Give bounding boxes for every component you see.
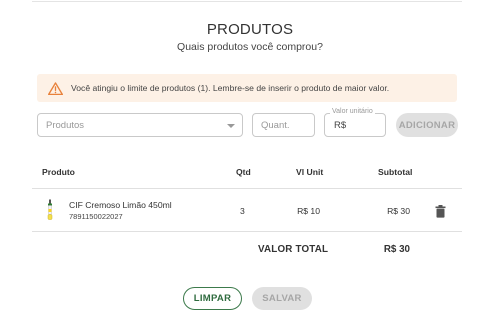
page-subtitle: Quais produtos você comprou? [177, 41, 323, 53]
table-header-divider [32, 188, 462, 189]
page-title: PRODUTOS [206, 21, 294, 38]
limit-alert: Você atingiu o limite de produtos (1). L… [37, 74, 457, 102]
column-header-qtd: Qtd [236, 167, 251, 177]
product-select[interactable]: Produtos [37, 113, 243, 137]
top-divider [32, 1, 462, 2]
row-product-code: 7891150022027 [69, 212, 123, 221]
warning-icon [48, 81, 63, 95]
product-select-placeholder: Produtos [46, 120, 85, 131]
save-button[interactable]: SALVAR [252, 287, 312, 310]
column-header-product: Produto [42, 167, 75, 177]
quantity-input[interactable]: Quant. [252, 113, 315, 137]
row-unit-value: R$ 10 [297, 206, 320, 216]
table-row-divider [32, 231, 462, 232]
row-product-name: CIF Cremoso Limão 450ml [69, 200, 172, 210]
unit-value-input[interactable]: Valor unitário R$ [324, 108, 386, 137]
column-header-unit: Vl Unit [296, 167, 324, 177]
chevron-down-icon [227, 124, 235, 128]
unit-value-prefix: R$ [334, 120, 347, 131]
total-label: VALOR TOTAL [258, 244, 329, 255]
quantity-placeholder: Quant. [261, 120, 290, 131]
unit-value-label: Valor unitário [330, 108, 375, 115]
product-thumbnail [47, 199, 53, 220]
alert-message: Você atingiu o limite de produtos (1). L… [71, 83, 390, 93]
total-value: R$ 30 [383, 244, 410, 255]
add-button[interactable]: ADICIONAR [396, 113, 458, 137]
delete-icon[interactable] [435, 205, 446, 218]
column-header-subtotal: Subtotal [378, 167, 413, 177]
row-subtotal: R$ 30 [387, 206, 410, 216]
row-qtd: 3 [240, 206, 245, 216]
clear-button[interactable]: LIMPAR [183, 287, 242, 310]
